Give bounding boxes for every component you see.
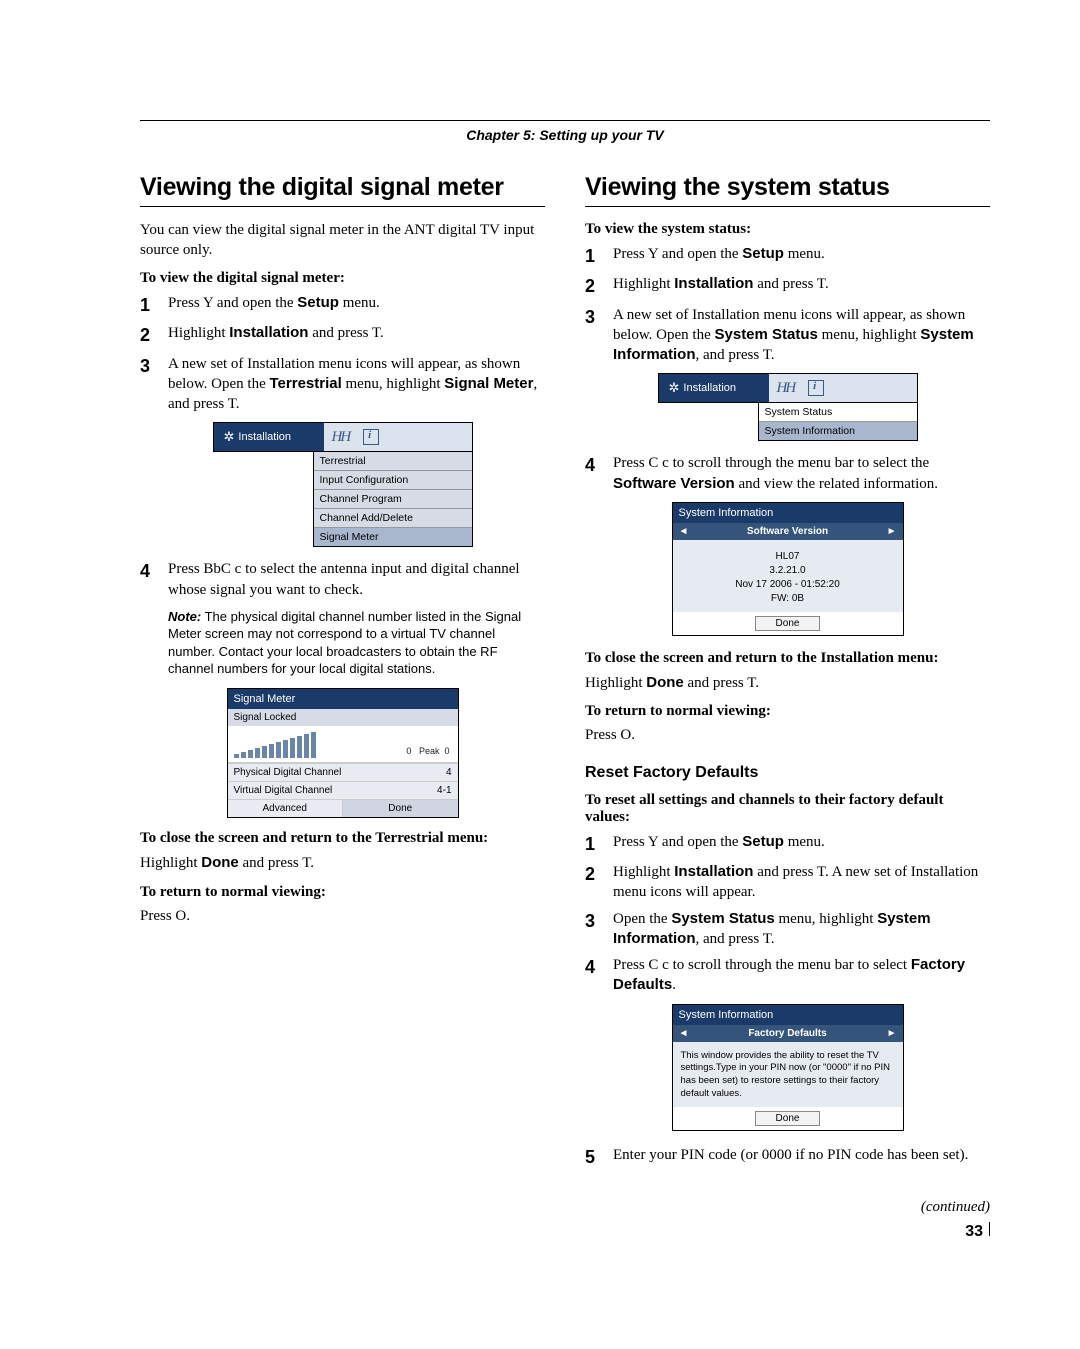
step-number: 1 xyxy=(585,832,613,856)
t: Press xyxy=(168,295,203,311)
right-arrow-icon: ► xyxy=(887,1028,897,1039)
menu-item: System Status xyxy=(759,403,917,422)
terrestrial-menu-figure: ✲Installation HH TerrestrialInput Config… xyxy=(213,422,473,547)
t: and press xyxy=(308,325,371,341)
sm-title: Signal Meter xyxy=(228,689,458,709)
t: . xyxy=(380,325,384,341)
t: . xyxy=(236,396,240,412)
right-title: Viewing the system status xyxy=(585,173,990,202)
r-return-body: Press O. xyxy=(585,726,990,746)
sm-peak-lbl: Peak xyxy=(419,746,440,756)
close-body: Highlight Done and press T. xyxy=(140,853,545,874)
sm-peak: 0 xyxy=(444,746,449,756)
fd-body: This window provides the ability to rese… xyxy=(673,1042,903,1107)
menu-item: Channel Program xyxy=(314,490,472,509)
si-bar-label: Factory Defaults xyxy=(748,1028,826,1039)
left-column: Viewing the digital signal meter You can… xyxy=(140,173,545,1241)
si-bar-label: Software Version xyxy=(747,526,828,537)
step-number: 4 xyxy=(585,955,613,979)
menu-item: Terrestrial xyxy=(314,452,472,471)
menu-title: Installation xyxy=(683,382,736,394)
t: Highlight xyxy=(168,325,229,341)
si-title: System Information xyxy=(673,1005,903,1025)
reset-subsection: Reset Factory Defaults xyxy=(585,764,990,782)
left-subhead-1: To view the digital signal meter: xyxy=(140,270,545,287)
t: menu. xyxy=(339,295,380,311)
si-title: System Information xyxy=(673,503,903,523)
key: T xyxy=(372,325,380,341)
done-button: Done xyxy=(755,1111,821,1126)
sm-current: 0 xyxy=(406,746,411,756)
gear-icon: ✲ xyxy=(669,380,680,396)
antenna-icon: HH xyxy=(332,429,350,446)
step-number: 2 xyxy=(585,274,613,298)
menu-item: System Information xyxy=(759,422,917,440)
system-status-menu-figure: ✲Installation HH System StatusSystem Inf… xyxy=(658,373,918,441)
t: Installation xyxy=(229,324,308,341)
key: T xyxy=(228,396,236,412)
info-icon xyxy=(808,380,824,396)
menu-item: Channel Add/Delete xyxy=(314,509,472,528)
t: and open the xyxy=(213,295,297,311)
step-number: 3 xyxy=(140,354,168,378)
factory-defaults-figure: System Information ◄ Factory Defaults ► Th… xyxy=(672,1004,904,1131)
step-number: 4 xyxy=(140,559,168,583)
software-version-figure: System Information ◄Software Version► HL… xyxy=(672,502,904,636)
sm-sub: Signal Locked xyxy=(228,709,458,726)
left-arrow-icon: ◄ xyxy=(679,526,689,537)
step-number: 2 xyxy=(585,862,613,886)
done-button: Done xyxy=(342,799,458,817)
step-number: 1 xyxy=(140,293,168,317)
step-number: 2 xyxy=(140,323,168,347)
step-number: 5 xyxy=(585,1145,613,1169)
sm-row: Virtual Digital Channel4-1 xyxy=(228,781,458,799)
continued-label: (continued) xyxy=(585,1199,990,1216)
menu-item: Input Configuration xyxy=(314,471,472,490)
menu-item: Signal Meter xyxy=(314,528,472,546)
note: Note: The physical digital channel numbe… xyxy=(168,608,545,678)
left-intro: You can view the digital signal meter in… xyxy=(140,221,545,260)
page-number: 33 xyxy=(965,1223,983,1240)
left-title: Viewing the digital signal meter xyxy=(140,173,545,202)
menu-title: Installation xyxy=(238,431,291,443)
right-arrow-icon: ► xyxy=(887,526,897,537)
left-steps: 1 Press Y and open the Setup menu. 2 Hig… xyxy=(140,293,545,414)
step-number: 4 xyxy=(585,453,613,477)
return-head: To return to normal viewing: xyxy=(140,884,545,901)
r-close-head: To close the screen and return to the In… xyxy=(585,650,990,667)
t: Terrestrial xyxy=(270,375,342,392)
done-button: Done xyxy=(755,616,821,631)
sm-row: Physical Digital Channel4 xyxy=(228,763,458,781)
t: menu, highlight xyxy=(342,376,445,392)
t: Setup xyxy=(297,294,339,311)
step-number: 1 xyxy=(585,244,613,268)
step-body: Enter your PIN code (or 0000 if no PIN c… xyxy=(613,1145,990,1165)
right-subhead-1: To view the system status: xyxy=(585,221,990,238)
reset-head: To reset all settings and channels to th… xyxy=(585,792,990,826)
right-column: Viewing the system status To view the sy… xyxy=(585,173,990,1241)
antenna-icon: HH xyxy=(777,380,795,397)
note-body: The physical digital channel number list… xyxy=(168,609,521,677)
t: Signal Meter xyxy=(444,375,533,392)
chapter-header: Chapter 5: Setting up your TV xyxy=(140,120,990,173)
step-body: Press BbC c to select the antenna input … xyxy=(168,559,545,600)
step-number: 3 xyxy=(585,305,613,329)
note-label: Note: xyxy=(168,609,201,624)
return-body: Press O. xyxy=(140,907,545,927)
info-icon xyxy=(363,429,379,445)
advanced-button: Advanced xyxy=(228,799,343,817)
step-number: 3 xyxy=(585,909,613,933)
right-steps: 1 Press Y and open the Setup menu. 2 Hig… xyxy=(585,244,990,365)
key: Y xyxy=(203,295,213,311)
gear-icon: ✲ xyxy=(224,429,235,445)
close-head: To close the screen and return to the Te… xyxy=(140,830,545,847)
signal-meter-figure: Signal Meter Signal Locked 0 Peak 0 Phys… xyxy=(227,688,459,818)
r-return-head: To return to normal viewing: xyxy=(585,703,990,720)
left-arrow-icon: ◄ xyxy=(679,1028,689,1039)
